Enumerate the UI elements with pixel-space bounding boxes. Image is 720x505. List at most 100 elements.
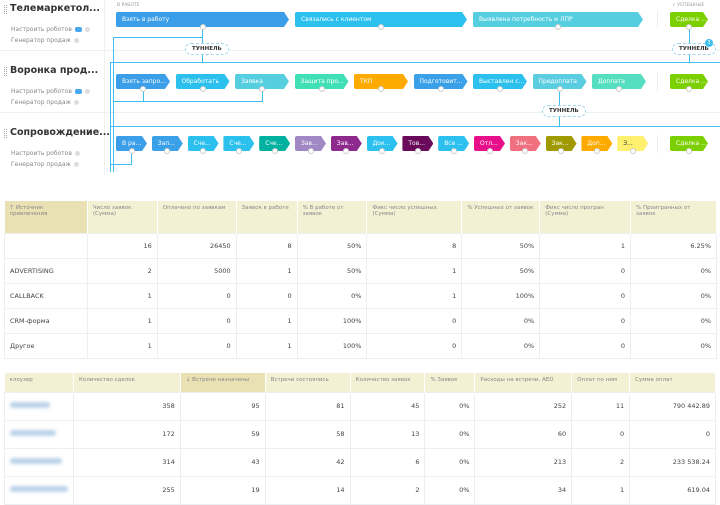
configure-robots-link[interactable]: Настроить роботов (11, 150, 80, 157)
table-cell: 172 (73, 419, 181, 449)
column-header[interactable]: Сумма оплат (629, 373, 716, 392)
table-cell: 0 (571, 419, 631, 449)
table-cell: 255 (73, 475, 181, 505)
stage-connector-dot[interactable] (199, 24, 206, 30)
sales-generator-link[interactable]: Генератор продаж (11, 99, 79, 106)
tunnel-badge[interactable]: ТУННЕЛЬ (185, 43, 229, 55)
stage-connector-dot[interactable] (378, 86, 384, 92)
column-header[interactable]: Фикс число програн (Сумма) (539, 201, 632, 233)
tunnel-line (110, 62, 111, 172)
stage-connector-dot[interactable] (140, 86, 146, 92)
closer-name-cell[interactable] (4, 475, 74, 505)
column-header[interactable]: Оплачено по заявкам (157, 201, 237, 233)
stage-connector-dot[interactable] (235, 148, 242, 154)
closer-name-cell[interactable] (4, 419, 74, 449)
help-icon[interactable] (84, 27, 90, 32)
stage-connector-dot[interactable] (318, 86, 325, 92)
stage-connector-dot[interactable] (164, 148, 171, 154)
table-cell: 1 (571, 475, 631, 505)
column-header[interactable]: клоузер (4, 373, 74, 392)
drag-handle-icon[interactable] (4, 5, 7, 14)
stage-connector-dot[interactable] (271, 148, 278, 154)
table-cell: Другое (4, 332, 88, 359)
pipeline-title[interactable]: Сопровождение... (10, 127, 110, 138)
table-cell: 19 (179, 475, 266, 505)
drag-handle-icon[interactable] (4, 129, 7, 138)
divider (104, 0, 105, 175)
stage-connector-dot[interactable] (558, 148, 565, 154)
stage-connector-dot[interactable] (593, 148, 600, 154)
column-header[interactable]: Расходы на встречи, AED (474, 373, 573, 392)
divider (657, 73, 658, 91)
stage-connector-dot[interactable] (686, 86, 692, 92)
column-header[interactable]: Оплат по ним (571, 373, 631, 392)
divider (657, 10, 658, 28)
table-cell: 45 (349, 391, 426, 421)
stage-connector-dot[interactable] (128, 148, 135, 154)
table-cell: 0 (156, 282, 237, 309)
help-icon[interactable] (74, 151, 80, 156)
column-header[interactable]: Число заявок (Сумма) (87, 201, 158, 233)
tunnel-line (113, 37, 114, 172)
tunnel-count-badge: 3 (705, 39, 713, 47)
closer-name-cell[interactable] (4, 447, 74, 477)
stage-connector-dot[interactable] (522, 148, 529, 154)
column-header[interactable]: % Успешных от заявок (461, 201, 541, 233)
tunnel-badge[interactable]: ТУННЕЛЬ (542, 105, 586, 117)
pipeline-title[interactable]: Воронка прод... (10, 65, 98, 76)
help-icon[interactable] (73, 38, 79, 43)
stage-connector-dot[interactable] (378, 24, 384, 30)
column-header[interactable]: Заявок в работе (236, 201, 298, 233)
pipeline-title[interactable]: Телемаркетол... (10, 3, 100, 14)
stage-connector-dot[interactable] (379, 148, 386, 154)
column-header[interactable]: Количество заявок (350, 373, 426, 392)
drag-handle-icon[interactable] (4, 67, 7, 76)
table-cell: 0% (296, 282, 368, 309)
table-cell: 252 (474, 391, 573, 421)
column-header[interactable]: ↑ Источник привлечения (4, 201, 88, 233)
table-cell: 34 (474, 475, 573, 505)
closer-name-cell[interactable] (4, 391, 74, 421)
table-cell: 50% (296, 232, 368, 259)
stage-connector-dot[interactable] (629, 148, 636, 154)
configure-robots-link[interactable]: Настроить роботов (11, 26, 90, 33)
stage-connector-dot[interactable] (486, 148, 493, 154)
column-header[interactable]: Встречи состоялись (265, 373, 351, 392)
column-header[interactable]: Фикс число успешных (Сумма) (366, 201, 463, 233)
table-cell: 5000 (156, 257, 237, 284)
column-label-success: ✓ УСПЕШНЫЕ (672, 3, 705, 8)
stage-connector-dot[interactable] (199, 86, 206, 92)
column-header[interactable]: % Заявок (424, 373, 476, 392)
stage-connector-dot[interactable] (200, 148, 207, 154)
table-cell: 0 (366, 332, 463, 359)
sales-generator-link[interactable]: Генератор продаж (11, 161, 79, 168)
help-icon[interactable] (73, 162, 79, 167)
tunnel-line (110, 126, 720, 127)
help-icon[interactable] (84, 89, 90, 94)
stage-connector-dot[interactable] (686, 148, 692, 154)
column-header[interactable]: % Проигранных от заявок (630, 201, 717, 233)
blurred-name (10, 458, 62, 464)
table-cell: 0% (630, 257, 717, 284)
table-cell: 13 (349, 419, 426, 449)
configure-robots-link[interactable]: Настроить роботов (11, 88, 90, 95)
help-icon[interactable] (73, 100, 79, 105)
stage-connector-dot[interactable] (414, 148, 421, 154)
column-header[interactable]: Количество сделок (73, 373, 181, 392)
sales-generator-link[interactable]: Генератор продаж (11, 37, 79, 44)
stage-connector-dot[interactable] (497, 86, 503, 92)
stage-connector-dot[interactable] (343, 148, 350, 154)
stage-connector-dot[interactable] (259, 86, 265, 92)
table-cell: 0 (539, 282, 632, 309)
column-header[interactable]: ↓ Встречи назначены (180, 373, 266, 392)
stage-connector-dot[interactable] (555, 24, 561, 30)
stage-connector-dot[interactable] (686, 24, 692, 30)
stage-connector-dot[interactable] (616, 86, 622, 92)
stage-connector-dot[interactable] (556, 86, 563, 92)
table-cell: 42 (264, 447, 351, 477)
column-header[interactable]: % В работе от заявок (297, 201, 368, 233)
stage-connector-dot[interactable] (437, 86, 444, 92)
table-cell: 0 (629, 419, 716, 449)
stage-connector-dot[interactable] (450, 148, 457, 154)
stage-connector-dot[interactable] (307, 148, 314, 154)
